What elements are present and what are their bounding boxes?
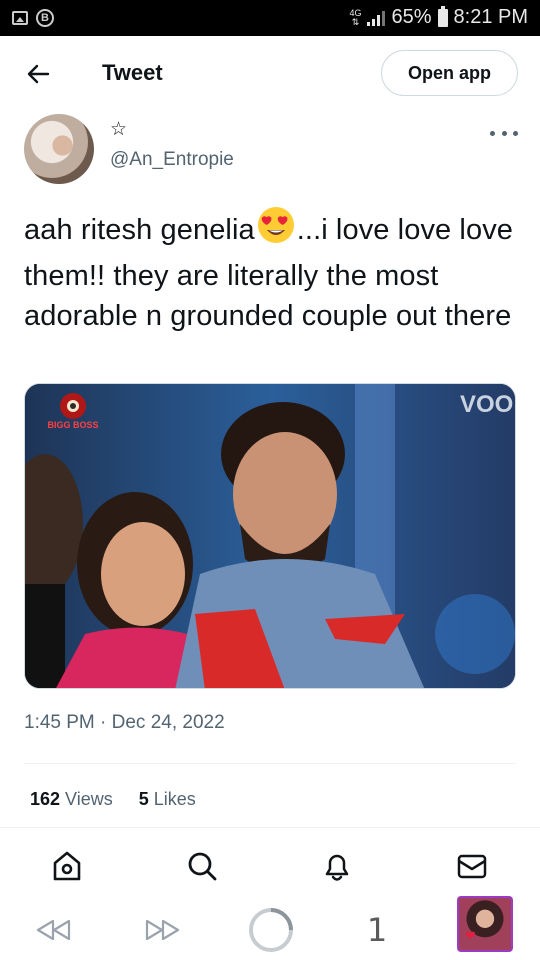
network-type-icon: 4G ⇅ [349, 7, 362, 27]
likes-count: 5 [138, 789, 149, 809]
tweet-media-image[interactable]: BIGG BOSS VOO [24, 383, 516, 689]
back-arrow-icon [27, 64, 50, 84]
media-watermark: VOO [460, 391, 513, 418]
tweet-text-part1: aah ritesh genelia [24, 214, 255, 246]
app-thumbnail-image [457, 896, 513, 952]
circle-home-icon [249, 908, 293, 952]
rewind-icon [36, 919, 71, 941]
divider [24, 763, 516, 764]
signal-icon [367, 10, 386, 26]
nav-search[interactable] [182, 846, 222, 886]
notifications-bell-icon [325, 854, 349, 881]
nav-notifications[interactable] [317, 846, 357, 886]
home-icon [53, 851, 81, 881]
nav-messages[interactable] [452, 846, 492, 886]
home-system-button[interactable] [247, 908, 295, 952]
top-app-bar: Tweet Open app [0, 36, 540, 112]
likes-stat[interactable]: 5 Likes [139, 789, 196, 810]
heart-eyes-emoji-icon [256, 205, 296, 256]
b-notification-icon: B [36, 9, 54, 27]
rewind-button[interactable] [34, 908, 74, 952]
status-time: 8:21 PM [453, 6, 528, 28]
more-dot [501, 130, 507, 136]
media-logo-text: BIGG BOSS [47, 420, 98, 430]
views-label: Views [65, 789, 113, 809]
author-handle[interactable]: @An_Entropie [110, 149, 234, 171]
fast-forward-icon [145, 919, 180, 941]
page-number[interactable]: 1 [362, 908, 392, 952]
nav-home[interactable] [47, 846, 87, 886]
bottom-nav [0, 827, 540, 899]
back-button[interactable] [22, 58, 54, 90]
open-app-button[interactable]: Open app [381, 50, 518, 96]
views-count: 162 [30, 789, 61, 809]
status-right: 4G ⇅ 65% 8:21 PM [349, 5, 528, 29]
views-stat: 162 Views [30, 789, 113, 810]
more-dot [490, 130, 495, 136]
status-bar: B 4G ⇅ 65% 8:21 PM [0, 0, 540, 36]
tweet-text: aah ritesh genelia ...i love love love t… [24, 205, 524, 336]
page-title: Tweet [102, 60, 163, 85]
app-thumbnail[interactable] [457, 896, 513, 952]
forward-button[interactable] [142, 908, 182, 952]
system-nav-bar: 1 [0, 896, 540, 960]
messages-mail-icon [457, 854, 487, 879]
search-icon [188, 852, 217, 881]
battery-icon [437, 5, 448, 27]
battery-percent: 65% [391, 6, 432, 28]
author-avatar[interactable] [24, 114, 94, 184]
more-options-button[interactable] [490, 123, 518, 143]
more-dot [513, 130, 518, 136]
status-notification-icons: B [12, 9, 54, 27]
tweet-stats: 162 Views 5 Likes [30, 789, 196, 810]
likes-label: Likes [153, 789, 196, 809]
tweet-timestamp[interactable]: 1:45 PM · Dec 24, 2022 [24, 712, 225, 734]
star-outline-icon: ☆ [110, 119, 128, 140]
gallery-notification-icon [12, 11, 28, 25]
